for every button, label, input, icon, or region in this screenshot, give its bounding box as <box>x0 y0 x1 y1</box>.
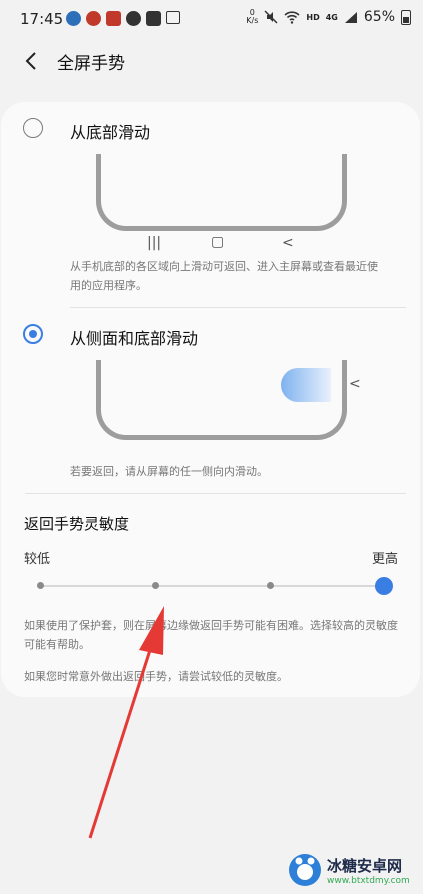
annotation-arrow <box>88 606 164 839</box>
watermark-title: 冰糖安卓网 <box>327 856 403 875</box>
watermark-logo-icon <box>289 854 321 886</box>
watermark-url: www.btxtdmy.com <box>327 875 410 886</box>
watermark: 冰糖安卓网 www.btxtdmy.com <box>287 852 410 888</box>
